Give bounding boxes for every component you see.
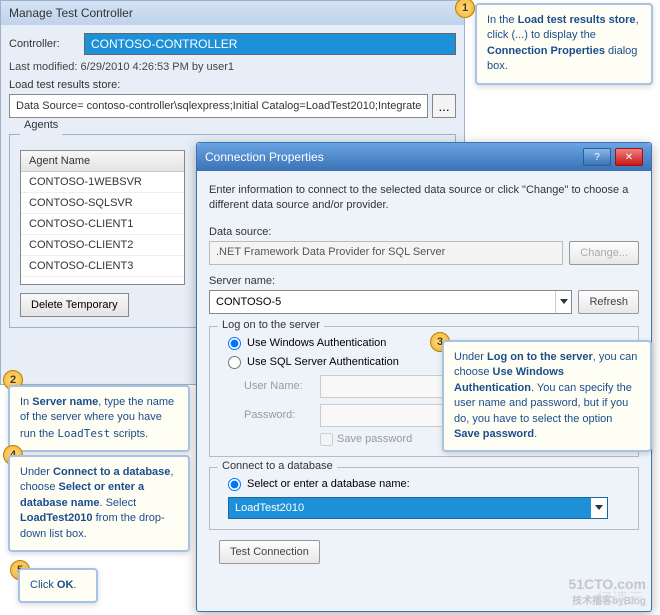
controller-label: Controller: bbox=[9, 38, 84, 50]
logon-title: Log on to the server bbox=[218, 319, 324, 331]
callout-3: Under Log on to the server, you can choo… bbox=[442, 340, 652, 452]
windows-auth-radio[interactable] bbox=[228, 337, 241, 350]
conn-intro: Enter information to connect to the sele… bbox=[209, 183, 639, 214]
callout-5: Click OK. bbox=[18, 568, 98, 603]
db-title: Connect to a database bbox=[218, 460, 337, 472]
list-item[interactable]: CONTOSO-CLIENT3 bbox=[21, 256, 184, 277]
watermark-yi: 亿速云 bbox=[596, 585, 644, 609]
callout-number-1: 1 bbox=[455, 0, 475, 18]
controller-input[interactable] bbox=[84, 33, 456, 55]
select-db-radio[interactable] bbox=[228, 478, 241, 491]
list-item[interactable]: CONTOSO-CLIENT2 bbox=[21, 235, 184, 256]
password-label: Password: bbox=[244, 409, 314, 421]
agents-legend: Agents bbox=[20, 119, 62, 131]
database-combo[interactable]: LoadTest2010 bbox=[228, 497, 608, 519]
conn-titlebar: Connection Properties ? ✕ bbox=[197, 143, 651, 171]
store-label: Load test results store: bbox=[9, 79, 456, 91]
last-modified-text: Last modified: 6/29/2010 4:26:53 PM by u… bbox=[9, 61, 456, 73]
chevron-down-icon[interactable] bbox=[555, 291, 571, 313]
save-password-label: Save password bbox=[337, 433, 412, 445]
help-button[interactable]: ? bbox=[583, 148, 611, 166]
server-name-combo[interactable] bbox=[209, 290, 572, 314]
database-value: LoadTest2010 bbox=[229, 498, 591, 518]
windows-auth-label: Use Windows Authentication bbox=[247, 337, 386, 349]
list-item[interactable]: CONTOSO-CLIENT1 bbox=[21, 214, 184, 235]
sql-auth-radio[interactable] bbox=[228, 356, 241, 369]
refresh-button[interactable]: Refresh bbox=[578, 290, 639, 314]
select-db-label: Select or enter a database name: bbox=[247, 478, 410, 490]
chevron-down-icon[interactable] bbox=[591, 498, 607, 518]
close-button[interactable]: ✕ bbox=[615, 148, 643, 166]
server-name-input[interactable] bbox=[210, 291, 555, 313]
connect-db-group: Connect to a database Select or enter a … bbox=[209, 467, 639, 530]
sql-auth-label: Use SQL Server Authentication bbox=[247, 356, 399, 368]
delete-temporary-button[interactable]: Delete Temporary bbox=[20, 293, 129, 317]
change-button[interactable]: Change... bbox=[569, 241, 639, 265]
conn-title: Connection Properties bbox=[205, 150, 324, 164]
main-title: Manage Test Controller bbox=[1, 1, 464, 25]
callout-4: Under Connect to a database, choose Sele… bbox=[8, 455, 190, 552]
username-label: User Name: bbox=[244, 380, 314, 392]
agent-list[interactable]: Agent Name CONTOSO-1WEBSVR CONTOSO-SQLSV… bbox=[20, 150, 185, 285]
data-source-value: .NET Framework Data Provider for SQL Ser… bbox=[209, 241, 563, 265]
store-input[interactable] bbox=[9, 94, 428, 118]
list-item[interactable]: CONTOSO-1WEBSVR bbox=[21, 172, 184, 193]
agent-header[interactable]: Agent Name bbox=[21, 151, 184, 172]
callout-1: In the Load test results store, click (.… bbox=[475, 3, 653, 85]
test-connection-button[interactable]: Test Connection bbox=[219, 540, 320, 564]
callout-2: In Server name, type the name of the ser… bbox=[8, 385, 190, 452]
server-name-label: Server name: bbox=[209, 275, 639, 287]
list-item[interactable]: CONTOSO-SQLSVR bbox=[21, 193, 184, 214]
ellipsis-button[interactable]: ... bbox=[432, 94, 456, 118]
save-password-check bbox=[320, 433, 333, 446]
data-source-label: Data source: bbox=[209, 226, 639, 238]
